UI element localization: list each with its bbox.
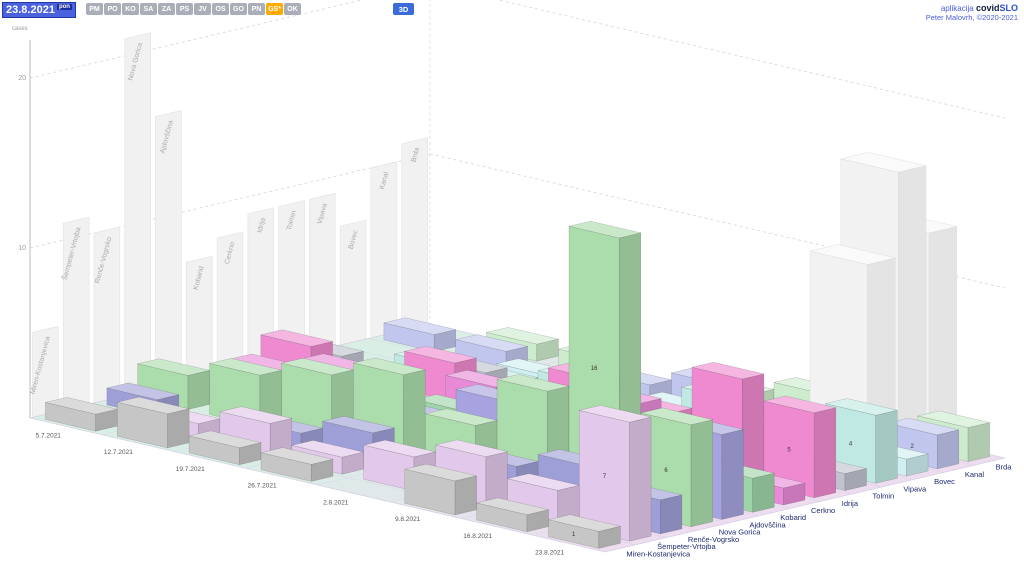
chart-text: Brda <box>996 463 1013 472</box>
chart-text: 16 <box>591 366 598 372</box>
region-button-ps[interactable]: PS <box>176 3 193 15</box>
region-button-gs[interactable]: GS* <box>266 3 283 15</box>
region-button-ko[interactable]: KO <box>122 3 139 15</box>
chart-text: 23.8.2021 <box>535 550 564 557</box>
app-window: cases1020Miren-KostanjevicaŠempeter-Vrto… <box>0 0 1024 576</box>
region-button-go[interactable]: GO <box>230 3 247 15</box>
3d-mode-button[interactable]: 3D <box>393 3 414 15</box>
chart-text: 16.8.2021 <box>463 533 492 540</box>
chart-text: 10 <box>18 245 26 252</box>
region-button-jv[interactable]: JV <box>194 3 211 15</box>
toolbar: 23.8.2021 pon PMPOKOSAZAPSJVOSGOPNGS*OK … <box>0 0 1024 22</box>
region-filter-buttons: PMPOKOSAZAPSJVOSGOPNGS*OK <box>86 3 301 15</box>
region-button-sa[interactable]: SA <box>140 3 157 15</box>
chart-text: 9.8.2021 <box>395 516 421 523</box>
app-label: aplikacija <box>941 4 976 13</box>
chart-text: 26.7.2021 <box>248 483 277 490</box>
chart-text: Tolmin <box>873 492 895 501</box>
region-button-pn[interactable]: PN <box>248 3 265 15</box>
chart-text: 2.8.2021 <box>323 499 349 506</box>
region-button-os[interactable]: OS <box>212 3 229 15</box>
chart-text: 20 <box>18 75 26 82</box>
ghost-bar-Nova Gorica <box>125 33 151 396</box>
brand-covid: covid <box>976 3 1000 13</box>
chart-text: 19.7.2021 <box>176 466 205 473</box>
ghost-bar-Brda <box>402 138 428 331</box>
chart-3d: cases1020Miren-KostanjevicaŠempeter-Vrto… <box>0 0 1024 576</box>
region-button-ok[interactable]: OK <box>284 3 301 15</box>
chart-text: 5.7.2021 <box>36 432 62 439</box>
credit-line: Peter Malovrh, ©2020-2021 <box>926 13 1018 22</box>
chart-text: cases <box>12 26 28 32</box>
region-button-po[interactable]: PO <box>104 3 121 15</box>
current-date: 23.8.2021 <box>6 4 55 16</box>
date-display[interactable]: 23.8.2021 pon <box>2 2 76 18</box>
chart-text: Bovec <box>934 477 955 486</box>
chart-text: Kobarid <box>780 513 806 522</box>
app-title: aplikacija covidSLO <box>926 2 1018 13</box>
gridline-dashed <box>30 154 430 248</box>
app-info: aplikacija covidSLO Peter Malovrh, ©2020… <box>926 2 1018 22</box>
chart-text: 12.7.2021 <box>104 449 133 456</box>
brand-slo: SLO <box>999 3 1018 13</box>
chart-text: Cerkno <box>811 506 835 515</box>
chart-text: Idrija <box>842 499 859 508</box>
chart-text: Kanal <box>965 470 985 479</box>
region-button-pm[interactable]: PM <box>86 3 103 15</box>
region-button-za[interactable]: ZA <box>158 3 175 15</box>
chart-text: Vipava <box>903 484 927 493</box>
day-of-week-badge: pon <box>57 4 72 10</box>
